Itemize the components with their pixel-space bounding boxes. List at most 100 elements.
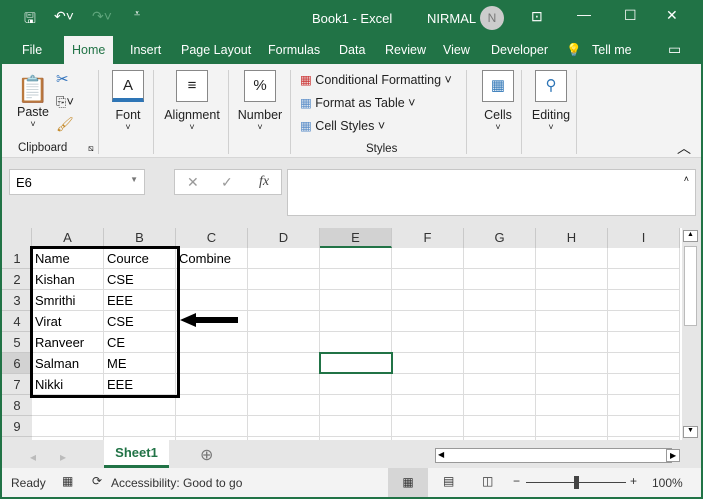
cell-I9[interactable]: [608, 416, 680, 437]
cell-E2[interactable]: [320, 269, 392, 290]
number-button[interactable]: % Number ˅: [234, 70, 286, 132]
formula-input[interactable]: ˄: [287, 169, 696, 216]
save-icon[interactable]: 🖫: [24, 8, 36, 32]
cell-E9[interactable]: [320, 416, 392, 437]
row-header[interactable]: 6: [2, 353, 32, 374]
cell-E3[interactable]: [320, 290, 392, 311]
cell-G5[interactable]: [464, 332, 536, 353]
copy-icon[interactable]: ⎘˅: [56, 94, 74, 110]
cell-H2[interactable]: [536, 269, 608, 290]
column-header-F[interactable]: F: [392, 228, 464, 248]
format-as-table-button[interactable]: ▦ Format as Table ˅: [300, 95, 415, 110]
column-header-H[interactable]: H: [536, 228, 608, 248]
tab-developer[interactable]: Developer: [491, 43, 548, 57]
cell-I6[interactable]: [608, 353, 680, 374]
next-sheet-icon[interactable]: ▸: [60, 450, 66, 464]
row-header[interactable]: 9: [2, 416, 32, 437]
font-button[interactable]: A Font ˅: [108, 70, 148, 132]
cell-D1[interactable]: [248, 248, 320, 269]
row-header[interactable]: 8: [2, 395, 32, 416]
cell-B9[interactable]: [104, 416, 176, 437]
cell-F9[interactable]: [392, 416, 464, 437]
cell-G1[interactable]: [464, 248, 536, 269]
cell-E10[interactable]: [320, 437, 392, 440]
avatar[interactable]: N: [480, 6, 504, 30]
scroll-up-icon[interactable]: ▲: [683, 230, 698, 242]
conditional-formatting-button[interactable]: ▦ Conditional Formatting ˅: [300, 72, 452, 87]
cell-F6[interactable]: [392, 353, 464, 374]
cell-H10[interactable]: [536, 437, 608, 440]
cell-E5[interactable]: [320, 332, 392, 353]
minimize-icon[interactable]: —: [577, 6, 591, 22]
cell-F2[interactable]: [392, 269, 464, 290]
spreadsheet-grid[interactable]: A B C D E F G H I 1 Name Cource Combine 2 Kishan CSE 3 Sm…: [2, 228, 682, 440]
scroll-left-icon[interactable]: ◀: [438, 450, 444, 459]
cell-F5[interactable]: [392, 332, 464, 353]
collapse-ribbon-icon[interactable]: ︿: [677, 138, 691, 158]
accessibility-status[interactable]: Accessibility: Good to go: [111, 476, 242, 490]
cell-F8[interactable]: [392, 395, 464, 416]
sheet-tab-sheet1[interactable]: Sheet1: [104, 440, 169, 468]
cell-F7[interactable]: [392, 374, 464, 395]
cell-G9[interactable]: [464, 416, 536, 437]
cell-C7[interactable]: [176, 374, 248, 395]
row-header[interactable]: 7: [2, 374, 32, 395]
cell-F4[interactable]: [392, 311, 464, 332]
cell-I2[interactable]: [608, 269, 680, 290]
column-header-C[interactable]: C: [176, 228, 248, 248]
cell-H5[interactable]: [536, 332, 608, 353]
tell-me[interactable]: Tell me: [592, 43, 632, 57]
cell-H1[interactable]: [536, 248, 608, 269]
page-break-view-icon[interactable]: ◫: [482, 474, 493, 488]
zoom-slider-thumb[interactable]: [574, 476, 579, 489]
zoom-in-icon[interactable]: +: [630, 474, 637, 488]
cell-F3[interactable]: [392, 290, 464, 311]
format-painter-icon[interactable]: 🖌: [56, 116, 74, 133]
cell-D5[interactable]: [248, 332, 320, 353]
cell-D6[interactable]: [248, 353, 320, 374]
ribbon-display-icon[interactable]: ⊡: [531, 8, 543, 25]
cell-I3[interactable]: [608, 290, 680, 311]
cell-I1[interactable]: [608, 248, 680, 269]
cell-C1[interactable]: Combine: [176, 248, 248, 269]
row-header[interactable]: 2: [2, 269, 32, 290]
accessibility-icon[interactable]: ⟳: [92, 474, 102, 488]
vertical-scrollbar[interactable]: ▲ ▼: [682, 228, 699, 440]
cell-A10[interactable]: [32, 437, 104, 440]
cell-F10[interactable]: [392, 437, 464, 440]
cell-I7[interactable]: [608, 374, 680, 395]
scroll-right-icon[interactable]: ▶: [666, 449, 681, 462]
close-icon[interactable]: ✕: [666, 7, 678, 24]
cell-H8[interactable]: [536, 395, 608, 416]
cell-E7[interactable]: [320, 374, 392, 395]
row-header[interactable]: 5: [2, 332, 32, 353]
cell-I5[interactable]: [608, 332, 680, 353]
tab-view[interactable]: View: [443, 43, 470, 57]
row-header[interactable]: 4: [2, 311, 32, 332]
cell-D9[interactable]: [248, 416, 320, 437]
zoom-out-icon[interactable]: −: [513, 474, 520, 488]
cell-G10[interactable]: [464, 437, 536, 440]
column-header-E[interactable]: E: [320, 228, 392, 248]
cell-C8[interactable]: [176, 395, 248, 416]
cell-E1[interactable]: [320, 248, 392, 269]
comments-icon[interactable]: ▭: [668, 41, 681, 58]
cell-F1[interactable]: [392, 248, 464, 269]
cell-D7[interactable]: [248, 374, 320, 395]
cell-E8[interactable]: [320, 395, 392, 416]
cancel-icon[interactable]: ✕: [187, 174, 199, 191]
cell-G7[interactable]: [464, 374, 536, 395]
cell-C5[interactable]: [176, 332, 248, 353]
insert-function-icon[interactable]: fx: [259, 174, 269, 190]
cell-I8[interactable]: [608, 395, 680, 416]
tab-page-layout[interactable]: Page Layout: [181, 43, 251, 57]
paste-button[interactable]: 📋 Paste ˅: [16, 74, 50, 129]
cell-styles-button[interactable]: ▦ Cell Styles ˅: [300, 118, 385, 133]
normal-view-icon[interactable]: ▦: [388, 468, 428, 497]
cell-D8[interactable]: [248, 395, 320, 416]
dialog-launcher-icon[interactable]: ⧅: [88, 143, 94, 154]
cell-C10[interactable]: [176, 437, 248, 440]
cell-E4[interactable]: [320, 311, 392, 332]
cell-H4[interactable]: [536, 311, 608, 332]
cell-D2[interactable]: [248, 269, 320, 290]
